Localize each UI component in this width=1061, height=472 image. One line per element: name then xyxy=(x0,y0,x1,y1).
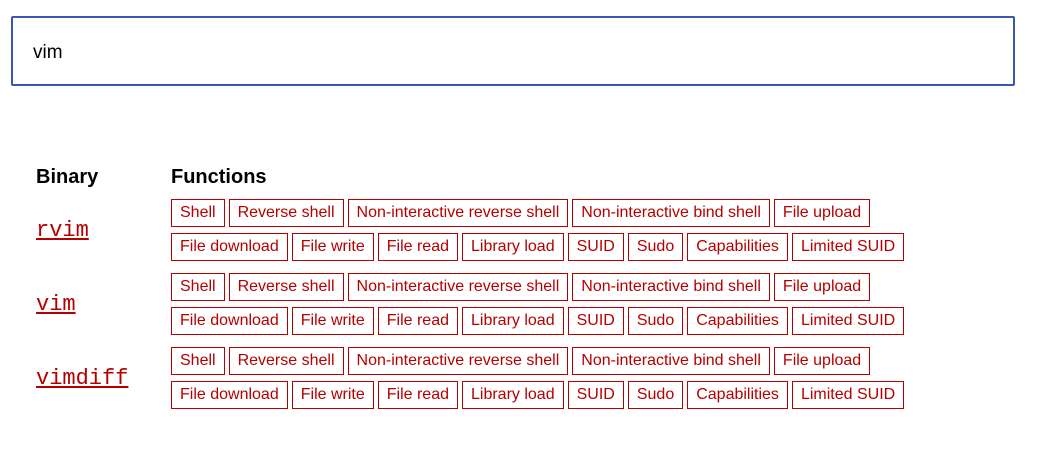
function-tag[interactable]: Non-interactive bind shell xyxy=(572,273,770,301)
search-box xyxy=(11,16,1015,86)
table-row: vimdiff Shell Reverse shell Non-interactive… xyxy=(36,347,916,421)
function-tag[interactable]: File upload xyxy=(773,273,871,301)
functions-cell: Shell Reverse shell Non-interactive revers… xyxy=(171,273,916,347)
function-tag[interactable]: File write xyxy=(291,381,374,409)
function-tag[interactable]: Reverse shell xyxy=(228,199,344,227)
binary-link[interactable]: rvim xyxy=(36,218,89,243)
function-tag[interactable]: Capabilities xyxy=(687,307,788,335)
function-tag[interactable]: Library load xyxy=(462,233,564,261)
search-input[interactable] xyxy=(33,38,993,68)
binary-cell: vimdiff xyxy=(36,347,171,421)
header-binary: Binary xyxy=(36,165,99,188)
function-tag[interactable]: Library load xyxy=(462,381,564,409)
results-table: Binary Functions rvim Shell Reverse shell N… xyxy=(36,165,916,421)
function-tag[interactable]: File download xyxy=(171,233,288,261)
function-tag[interactable]: File upload xyxy=(773,199,871,227)
functions-cell: Shell Reverse shell Non-interactive revers… xyxy=(171,347,916,421)
function-tag[interactable]: Shell xyxy=(171,199,225,227)
function-tag[interactable]: Sudo xyxy=(627,381,684,409)
binary-cell: rvim xyxy=(36,199,171,273)
function-tag[interactable]: Limited SUID xyxy=(791,307,905,335)
function-tag-list: Shell Reverse shell Non-interactive revers… xyxy=(171,347,916,409)
function-tag[interactable]: Limited SUID xyxy=(791,381,905,409)
header-functions: Functions xyxy=(171,165,267,188)
function-tag[interactable]: SUID xyxy=(567,381,624,409)
function-tag-list: Shell Reverse shell Non-interactive revers… xyxy=(171,199,916,261)
function-tag[interactable]: Limited SUID xyxy=(791,233,905,261)
binary-cell: vim xyxy=(36,273,171,347)
function-tag[interactable]: File read xyxy=(377,233,458,261)
function-tag[interactable]: Non-interactive bind shell xyxy=(572,347,770,375)
function-tag[interactable]: SUID xyxy=(567,307,624,335)
function-tag[interactable]: Capabilities xyxy=(687,233,788,261)
results-body: rvim Shell Reverse shell Non-interactive re… xyxy=(36,199,916,421)
function-tag[interactable]: SUID xyxy=(567,233,624,261)
function-tag[interactable]: File download xyxy=(171,381,288,409)
function-tag[interactable]: Library load xyxy=(462,307,564,335)
function-tag[interactable]: File write xyxy=(291,233,374,261)
function-tag[interactable]: File read xyxy=(377,307,458,335)
function-tag[interactable]: Non-interactive reverse shell xyxy=(347,273,569,301)
function-tag[interactable]: Shell xyxy=(171,273,225,301)
function-tag[interactable]: Reverse shell xyxy=(228,347,344,375)
binary-link[interactable]: vimdiff xyxy=(36,366,128,391)
function-tag[interactable]: Non-interactive reverse shell xyxy=(347,347,569,375)
function-tag[interactable]: File download xyxy=(171,307,288,335)
header-row: Binary Functions xyxy=(36,165,916,199)
function-tag[interactable]: File upload xyxy=(773,347,871,375)
binary-link[interactable]: vim xyxy=(36,292,76,317)
function-tag[interactable]: Sudo xyxy=(627,233,684,261)
function-tag[interactable]: File write xyxy=(291,307,374,335)
function-tag[interactable]: Reverse shell xyxy=(228,273,344,301)
page: Binary Functions rvimShellReverse shellN… xyxy=(0,0,1061,472)
function-tag[interactable]: Capabilities xyxy=(687,381,788,409)
function-tag[interactable]: Non-interactive reverse shell xyxy=(347,199,569,227)
function-tag[interactable]: Shell xyxy=(171,347,225,375)
functions-cell: Shell Reverse shell Non-interactive revers… xyxy=(171,199,916,273)
table-row: vim Shell Reverse shell Non-interactive rev… xyxy=(36,273,916,347)
function-tag[interactable]: Sudo xyxy=(627,307,684,335)
function-tag[interactable]: Non-interactive bind shell xyxy=(572,199,770,227)
function-tag-list: Shell Reverse shell Non-interactive revers… xyxy=(171,273,916,335)
function-tag[interactable]: File read xyxy=(377,381,458,409)
table-row: rvim Shell Reverse shell Non-interactive re… xyxy=(36,199,916,273)
